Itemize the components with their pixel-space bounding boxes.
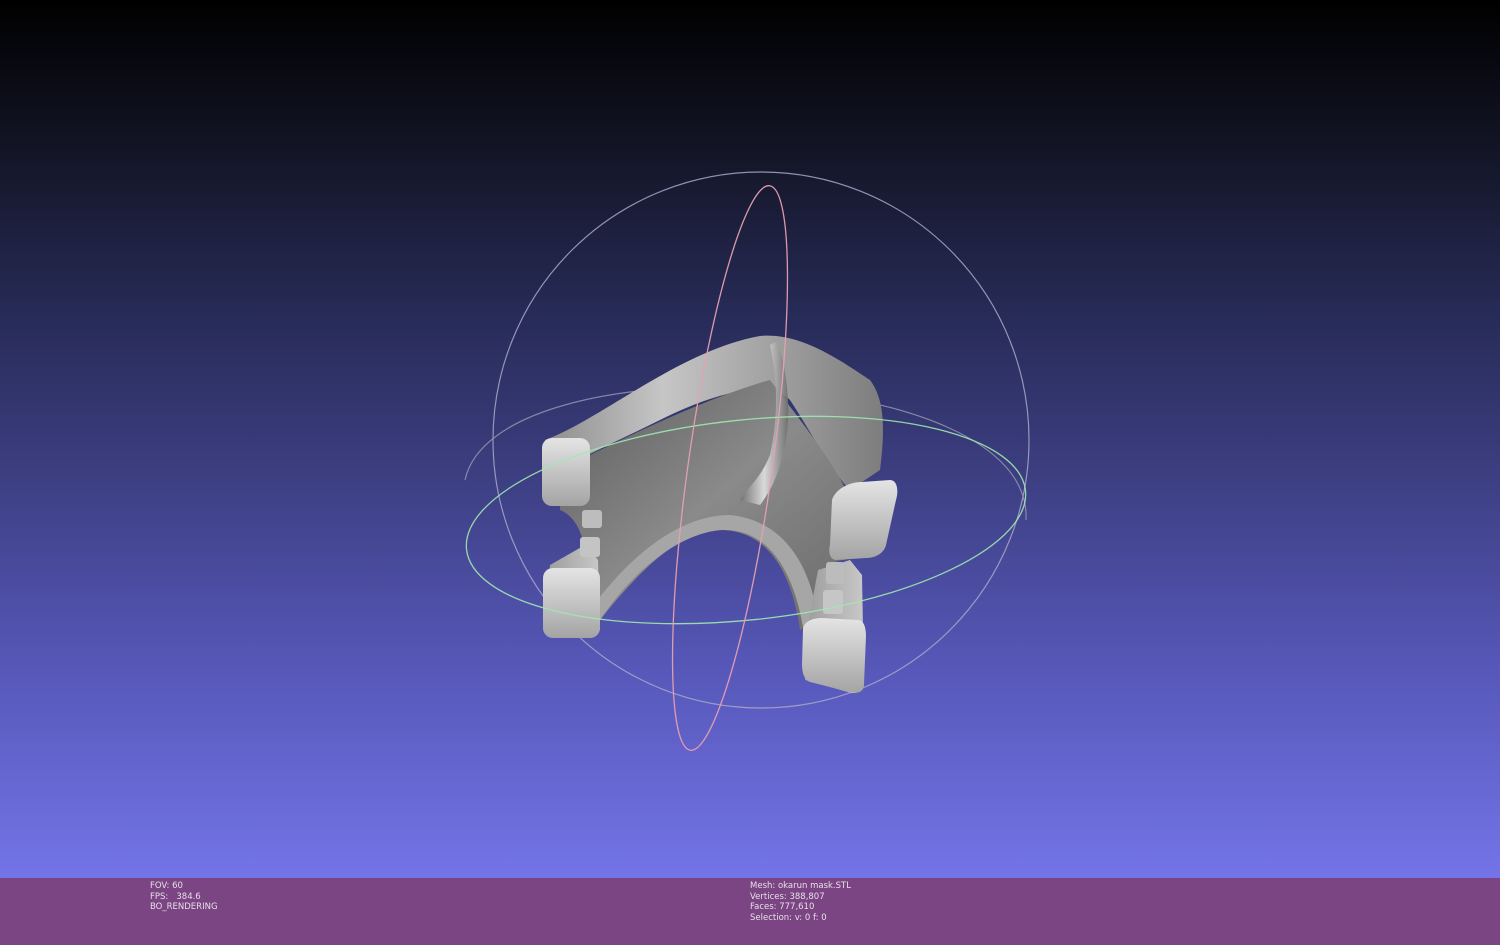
mesh-block-right-lower — [802, 618, 866, 693]
mesh-info: Mesh: okarun mask.STL Vertices: 388,807 … — [750, 881, 851, 923]
3d-viewport[interactable] — [0, 0, 1500, 878]
mesh-notch-left-2 — [580, 537, 600, 557]
status-bar: FOV: 60 FPS: 384.6 BO_RENDERING Mesh: ok… — [0, 878, 1500, 945]
fov-readout: FOV: 60 — [150, 881, 183, 891]
vertices-readout: Vertices: 388,807 — [750, 891, 825, 902]
mesh-block-left-lower — [543, 568, 600, 638]
mesh-notch-left-1 — [582, 510, 602, 528]
fps-readout: FPS: 384.6 — [150, 891, 201, 902]
render-mode-readout: BO_RENDERING — [150, 902, 218, 912]
mesh-block-left-upper — [542, 438, 590, 506]
faces-readout: Faces: 777,610 — [750, 902, 815, 912]
scene-canvas[interactable] — [0, 0, 1500, 878]
render-info: FOV: 60 FPS: 384.6 BO_RENDERING — [150, 881, 218, 913]
mesh-model[interactable] — [542, 335, 898, 694]
mesh-block-right-upper — [829, 480, 898, 560]
mesh-notch-right-1 — [826, 562, 844, 584]
mesh-notch-right-2 — [823, 590, 843, 614]
selection-readout: Selection: v: 0 f: 0 — [750, 912, 827, 923]
mesh-name-readout: Mesh: okarun mask.STL — [750, 881, 851, 891]
